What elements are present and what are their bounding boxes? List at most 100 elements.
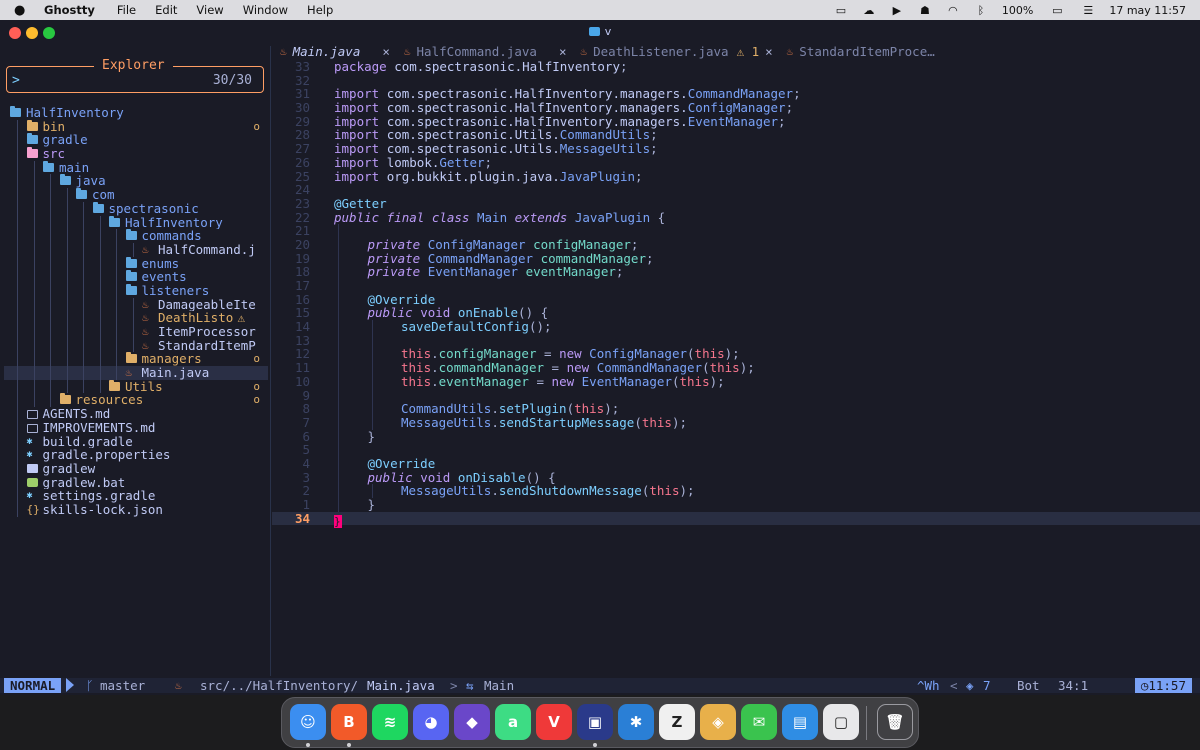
vivaldi-icon[interactable]: V [536, 704, 572, 740]
menu-app-name[interactable]: Ghostty [44, 3, 95, 17]
dock: ☺ B ≋ ◕ ◆ a V ▣ ✱ Z ◈ ✉ ▤ ▢ 🗑 [281, 697, 919, 748]
line-number: 31 [294, 86, 310, 102]
tree-item[interactable]: com [4, 188, 268, 202]
indent-guide [17, 338, 18, 353]
control-center-icon[interactable]: ☰ [1081, 5, 1095, 16]
code-line: 17 [272, 279, 1200, 293]
obsidian-icon[interactable]: ◆ [454, 704, 490, 740]
tab-close-icon[interactable]: × [765, 44, 773, 60]
tree-item[interactable]: ♨ ItemProcessor [4, 325, 268, 339]
tree-item[interactable]: listeners [4, 283, 268, 298]
window-titlebar[interactable]: v [0, 20, 1200, 44]
spotify-icon[interactable]: ≋ [372, 704, 408, 740]
tab-main-java[interactable]: ♨ Main.java × [272, 44, 396, 60]
tree-item[interactable]: events [4, 270, 268, 284]
tab-deathlistener-java[interactable]: ♨ DeathListener.java ⚠ 1 × [572, 44, 778, 60]
indent-guide [17, 119, 18, 134]
code-token: eventManager [438, 373, 537, 389]
trash-icon[interactable]: 🗑 [877, 704, 913, 740]
tree-item-label: enums [141, 256, 180, 271]
scroll-position: Bot [1017, 678, 1040, 693]
code-text: public void onEnable() { [368, 306, 549, 320]
tree-item[interactable]: ♨ DamageableIte [4, 297, 268, 312]
tree-item[interactable]: bin o [4, 119, 268, 134]
tree-item[interactable]: ✱ build.gradle [4, 434, 268, 449]
brave-icon[interactable]: B [331, 704, 367, 740]
indent-guide [66, 352, 68, 367]
code-token: package [334, 59, 395, 74]
menubar-clock[interactable]: 17 may 11:57 [1109, 4, 1186, 17]
ghostty-icon[interactable]: ▣ [577, 704, 613, 740]
wifi-icon[interactable]: ◠ [946, 5, 960, 16]
menu-file[interactable]: File [117, 3, 136, 17]
zed-icon[interactable]: Z [659, 704, 695, 740]
code-token: . [431, 373, 439, 389]
tree-item[interactable]: commands [4, 229, 268, 243]
bot-icon[interactable]: ☗ [918, 5, 932, 16]
line-number: 27 [294, 141, 310, 157]
tree-item[interactable]: main [4, 160, 268, 175]
indent-guide [83, 297, 84, 312]
folder-icon [26, 119, 38, 131]
tree-item[interactable]: HalfInventory [4, 106, 268, 120]
tree-item[interactable]: ✱ gradle.properties [4, 448, 268, 462]
tree-item[interactable]: {} skills-lock.json [4, 502, 268, 517]
indent-guide [66, 311, 68, 325]
folder-open-icon [125, 229, 137, 241]
tree-item[interactable]: HalfInventory [4, 215, 268, 230]
code-text: import lombok.Getter; [334, 155, 492, 170]
tab-close-icon[interactable]: × [382, 44, 390, 60]
reminders-icon[interactable]: ▤ [782, 704, 818, 740]
menu-window[interactable]: Window [243, 3, 288, 17]
indent-guide [99, 297, 101, 312]
tree-item[interactable]: AGENTS.md [4, 407, 268, 421]
tree-item[interactable]: enums [4, 256, 268, 271]
tree-item[interactable]: gradlew [4, 461, 268, 476]
tree-item[interactable]: gradlew.bat [4, 475, 268, 490]
tree-item[interactable]: ♨ StandardItemP [4, 338, 268, 353]
line-messenger-icon[interactable]: ✉ [741, 704, 777, 740]
play-icon[interactable]: ▶ [890, 5, 904, 16]
tree-item[interactable]: java [4, 174, 268, 189]
cloud-icon[interactable]: ☁ [862, 5, 876, 16]
apple-icon[interactable]: ● [14, 3, 28, 18]
code-token: = [536, 373, 552, 389]
bluetooth-icon[interactable]: ᛒ [974, 5, 988, 16]
tab-halfcommand-java[interactable]: ♨ HalfCommand.java × [396, 44, 573, 60]
indent-guide [116, 270, 117, 284]
menu-view[interactable]: View [196, 3, 223, 17]
twitch-like-icon[interactable]: ▢ [823, 704, 859, 740]
battery-icon[interactable]: ▭ [1047, 5, 1067, 16]
android-studio-icon[interactable]: a [495, 704, 531, 740]
explorer-title: Explorer [94, 58, 173, 73]
tree-item[interactable]: ♨ Main.java [4, 366, 268, 380]
tab-close-icon[interactable]: × [559, 44, 567, 60]
tree-item[interactable]: src [4, 147, 268, 161]
tree-item[interactable]: IMPROVEMENTS.md [4, 420, 268, 435]
tree-item-label: gradle [42, 133, 88, 148]
indent-guide [116, 338, 117, 353]
menu-edit[interactable]: Edit [155, 3, 177, 17]
tree-item[interactable]: ♨ DeathListo ⚠ [4, 311, 268, 325]
indent-guide [33, 229, 35, 243]
indent-guide [371, 374, 373, 389]
tree-item[interactable]: ✱ settings.gradle [4, 489, 268, 503]
tab-standarditemproce-[interactable]: ♨ StandardItemProce… [779, 44, 941, 60]
menu-help[interactable]: Help [307, 3, 333, 17]
vscode-icon[interactable]: ✱ [618, 704, 654, 740]
code-line: 22 public final class Main extends JavaPl… [272, 210, 1200, 225]
tree-item[interactable]: resources o [4, 393, 268, 408]
tree-item-label: DeathListo [158, 311, 234, 325]
display-icon[interactable]: ▭ [834, 5, 848, 16]
tree-item[interactable]: gradle [4, 133, 268, 148]
tree-item[interactable]: managers o [4, 352, 268, 367]
tree-item[interactable]: ♨ HalfCommand.j [4, 242, 268, 257]
discord-icon[interactable]: ◕ [413, 704, 449, 740]
app-cube-icon[interactable]: ◈ [700, 704, 736, 740]
code-editor[interactable]: 33 package com.spectrasonic.HalfInventory… [272, 60, 1200, 682]
pane-divider[interactable] [270, 46, 271, 676]
indent-guide [116, 352, 117, 367]
finder-icon[interactable]: ☺ [290, 704, 326, 740]
tree-item[interactable]: Utils o [4, 379, 268, 394]
tree-item[interactable]: spectrasonic [4, 201, 268, 216]
